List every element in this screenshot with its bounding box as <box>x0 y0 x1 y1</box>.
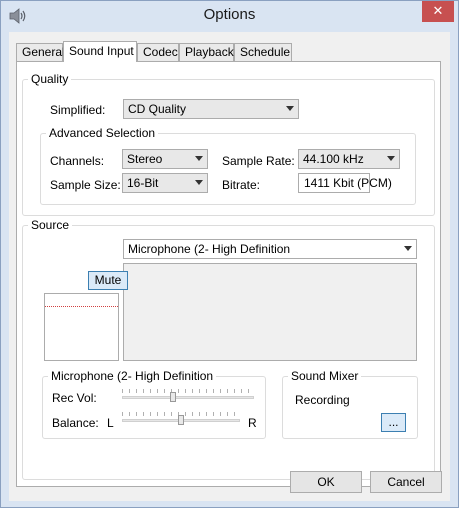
tab-codec[interactable]: Codec <box>137 43 179 61</box>
chevron-down-icon <box>387 156 395 161</box>
quality-group-label: Quality <box>28 72 72 86</box>
recording-label: Recording <box>295 393 350 407</box>
close-button[interactable]: ✕ <box>422 1 454 22</box>
chevron-down-icon <box>195 156 203 161</box>
simplified-value: CD Quality <box>128 102 187 116</box>
source-list[interactable] <box>123 263 417 361</box>
level-meter <box>44 293 119 361</box>
channels-select[interactable]: Stereo <box>122 149 208 169</box>
bitrate-field: 1411 Kbit (PCM) <box>298 173 392 193</box>
source-group: Source Microphone (2- High Definition Mu… <box>22 218 435 480</box>
mute-button[interactable]: Mute <box>88 271 128 290</box>
sound-mixer-button[interactable]: ... <box>381 413 406 432</box>
close-icon: ✕ <box>432 3 444 18</box>
channels-value: Stereo <box>127 152 163 166</box>
advanced-selection-group: Advanced Selection Channels: Stereo Samp… <box>40 126 416 205</box>
balance-left-label: L <box>107 416 114 430</box>
ok-button[interactable]: OK <box>290 471 362 493</box>
chevron-down-icon <box>404 246 412 251</box>
tab-schedule[interactable]: Schedule <box>234 43 292 61</box>
channels-label: Channels: <box>50 154 105 168</box>
simplified-label: Simplified: <box>50 103 106 117</box>
options-window: Options ✕ General Sound Input Codec Play… <box>0 0 459 508</box>
sample-size-value: 16-Bit <box>127 176 159 190</box>
sound-input-panel: Quality Simplified: CD Quality Advanced … <box>16 61 441 487</box>
rec-vol-thumb[interactable] <box>170 392 177 402</box>
chevron-down-icon <box>195 180 203 185</box>
meter-threshold-line <box>45 306 118 307</box>
sample-size-label: Sample Size: <box>50 178 121 192</box>
balance-label: Balance: <box>52 416 99 430</box>
sound-mixer-group: Sound Mixer Recording ... <box>282 369 418 439</box>
balance-slider[interactable] <box>122 412 240 428</box>
sample-size-select[interactable]: 16-Bit <box>122 173 208 193</box>
sample-rate-select[interactable]: 44.100 kHz <box>298 149 400 169</box>
rec-vol-label: Rec Vol: <box>52 391 97 405</box>
dialog-client: General Sound Input Codec Playback Sched… <box>9 32 450 501</box>
balance-thumb[interactable] <box>178 415 184 425</box>
balance-right-label: R <box>248 416 257 430</box>
tab-general[interactable]: General <box>16 43 65 61</box>
simplified-select[interactable]: CD Quality <box>123 99 299 119</box>
input-device-select[interactable]: Microphone (2- High Definition <box>123 239 417 259</box>
chevron-down-icon <box>286 106 294 111</box>
sound-mixer-label: Sound Mixer <box>288 369 362 383</box>
tab-playback[interactable]: Playback <box>179 43 234 61</box>
quality-group: Quality Simplified: CD Quality Advanced … <box>22 72 435 216</box>
rec-vol-slider[interactable] <box>122 389 254 405</box>
tab-sound-input[interactable]: Sound Input <box>63 41 137 62</box>
microphone-levels-group: Microphone (2- High Definition Rec Vol: … <box>42 369 266 439</box>
source-group-label: Source <box>28 218 73 232</box>
sample-rate-label: Sample Rate: <box>222 154 295 168</box>
input-device-value: Microphone (2- High Definition <box>128 242 291 256</box>
sample-rate-value: 44.100 kHz <box>303 152 364 166</box>
bitrate-label: Bitrate: <box>222 178 261 192</box>
cancel-button[interactable]: Cancel <box>370 471 442 493</box>
title-bar: Options ✕ <box>1 1 458 32</box>
microphone-levels-label: Microphone (2- High Definition <box>48 369 217 383</box>
window-title: Options <box>203 6 256 23</box>
advanced-selection-label: Advanced Selection <box>46 126 159 140</box>
